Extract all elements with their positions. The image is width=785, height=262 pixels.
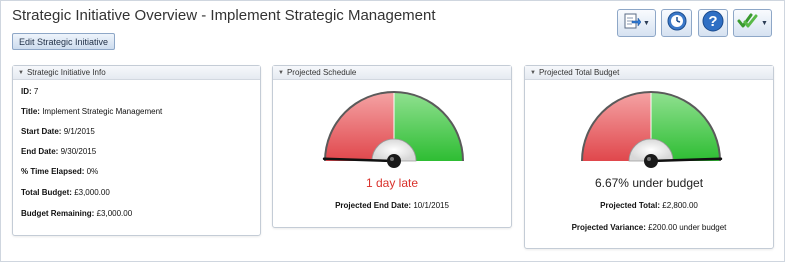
info-row-total-budget: Total Budget: £3,000.00 xyxy=(21,188,110,197)
help-icon: ? xyxy=(702,10,724,37)
info-label: % Time Elapsed: xyxy=(21,167,85,176)
detail-label: Projected Total: xyxy=(600,201,661,210)
detail-value: 10/1/2015 xyxy=(413,201,449,210)
schedule-status: 1 day late xyxy=(365,176,419,190)
page-title: Strategic Initiative Overview - Implemen… xyxy=(12,7,436,24)
gauge-pivot-highlight xyxy=(390,157,394,161)
detail-value: £2,800.00 xyxy=(662,201,698,210)
collapse-triangle-icon: ▼ xyxy=(278,69,284,76)
edit-strategic-initiative-button[interactable]: Edit Strategic Initiative xyxy=(12,33,116,50)
history-icon xyxy=(667,11,687,36)
panel-title: Projected Schedule xyxy=(286,68,357,77)
projected-schedule-panel: ▼ Projected Schedule 1 day late Projecte… xyxy=(272,65,512,228)
projected-total-budget-panel: ▼ Projected Total Budget 6.67% under bud… xyxy=(524,65,774,249)
projected-end-date: Projected End Date: 10/1/2015 xyxy=(273,201,511,210)
gauge-pivot xyxy=(387,154,401,168)
collapse-triangle-icon: ▼ xyxy=(18,69,24,76)
budget-gauge xyxy=(581,91,723,168)
info-label: Start Date: xyxy=(21,127,62,136)
info-value: £3,000.00 xyxy=(96,209,133,218)
budget-status: 6.67% under budget xyxy=(594,176,704,190)
strategic-initiative-info-panel: ▼ Strategic Initiative Info ID: 7 Title:… xyxy=(12,65,261,236)
collapse-triangle-icon: ▼ xyxy=(530,69,536,76)
gauge-pivot-highlight xyxy=(647,157,651,161)
detail-label: Projected Variance: xyxy=(571,223,646,232)
info-label: End Date: xyxy=(21,147,59,156)
panel-header[interactable]: ▼ Projected Total Budget xyxy=(525,66,773,80)
gauge-pivot xyxy=(644,154,658,168)
detail-label: Projected End Date: xyxy=(335,201,412,210)
info-row-time-elapsed: % Time Elapsed: 0% xyxy=(21,167,98,176)
info-label: Total Budget: xyxy=(21,188,72,197)
projected-total: Projected Total: £2,800.00 xyxy=(525,201,773,210)
info-label: ID: xyxy=(21,87,32,96)
panel-title: Strategic Initiative Info xyxy=(26,68,106,77)
info-row-end-date: End Date: 9/30/2015 xyxy=(21,147,96,156)
info-value: 0% xyxy=(86,167,99,176)
panel-header[interactable]: ▼ Strategic Initiative Info xyxy=(13,66,260,80)
panel-header[interactable]: ▼ Projected Schedule xyxy=(273,66,511,80)
detail-value: £200.00 under budget xyxy=(648,223,727,232)
approve-button[interactable]: ▼ xyxy=(733,9,772,37)
chevron-down-icon: ▼ xyxy=(643,19,650,27)
projected-variance: Projected Variance: £200.00 under budget xyxy=(525,223,773,232)
info-row-start-date: Start Date: 9/1/2015 xyxy=(21,127,95,136)
info-row-id: ID: 7 xyxy=(21,87,38,96)
export-button[interactable]: ▼ xyxy=(617,9,656,37)
info-row-budget-remaining: Budget Remaining: £3,000.00 xyxy=(21,209,132,218)
approve-icon xyxy=(737,12,759,35)
info-value: £3,000.00 xyxy=(74,188,110,197)
svg-text:?: ? xyxy=(708,13,717,30)
help-button[interactable]: ? xyxy=(698,9,728,37)
history-button[interactable] xyxy=(661,9,692,37)
info-value: Implement Strategic Management xyxy=(42,107,163,116)
info-row-title: Title: Implement Strategic Management xyxy=(21,107,162,116)
info-label: Title: xyxy=(21,107,40,116)
schedule-gauge xyxy=(322,91,464,168)
info-label: Budget Remaining: xyxy=(21,209,95,218)
info-value: 9/30/2015 xyxy=(60,147,97,156)
export-icon xyxy=(623,12,642,35)
chevron-down-icon: ▼ xyxy=(761,19,768,27)
panel-title: Projected Total Budget xyxy=(538,68,620,77)
info-value: 9/1/2015 xyxy=(63,127,95,136)
info-value: 7 xyxy=(33,87,39,96)
